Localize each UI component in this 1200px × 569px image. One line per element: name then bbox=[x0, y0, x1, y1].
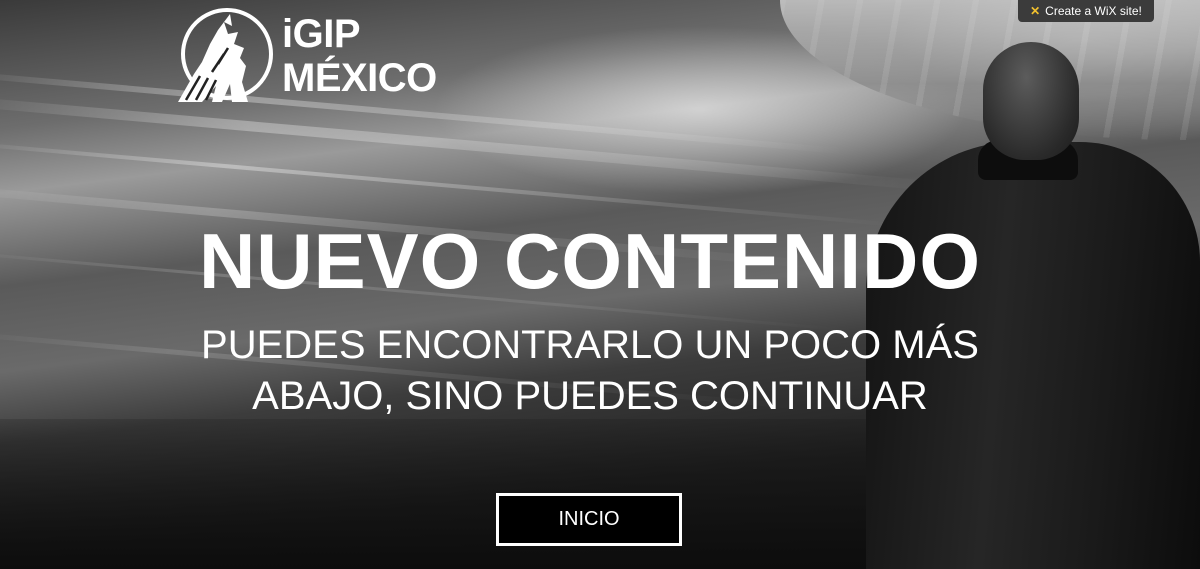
hero-headline: NUEVO CONTENIDO bbox=[198, 217, 982, 305]
wix-badge-label: Create a WiX site! bbox=[1045, 4, 1142, 18]
inicio-button[interactable]: INICIO bbox=[496, 493, 682, 546]
wix-star-icon: ✕ bbox=[1030, 4, 1041, 18]
motion-streak bbox=[0, 95, 947, 193]
background-person-head bbox=[983, 42, 1079, 160]
hero-subheadline-line-2: ABAJO, SINO PUEDES CONTINUAR bbox=[252, 374, 928, 418]
create-wix-site-badge[interactable]: ✕ Create a WiX site! bbox=[1018, 0, 1154, 22]
hero-subheadline: PUEDES ENCONTRARLO UN POCO MÁS ABAJO, SI… bbox=[180, 320, 1000, 422]
site-logo[interactable]: iGIP MÉXICO bbox=[172, 4, 437, 108]
hero-section: iGIP MÉXICO ✕ Create a WiX site! NUEVO C… bbox=[0, 0, 1200, 569]
logo-line-2: MÉXICO bbox=[282, 56, 437, 100]
logo-line-1: iGIP bbox=[282, 12, 361, 56]
logo-wordmark: iGIP MÉXICO bbox=[282, 12, 437, 100]
motion-streak bbox=[0, 140, 897, 227]
howling-wolf-icon bbox=[178, 8, 273, 102]
hero-subheadline-line-1: PUEDES ENCONTRARLO UN POCO MÁS bbox=[201, 323, 979, 367]
